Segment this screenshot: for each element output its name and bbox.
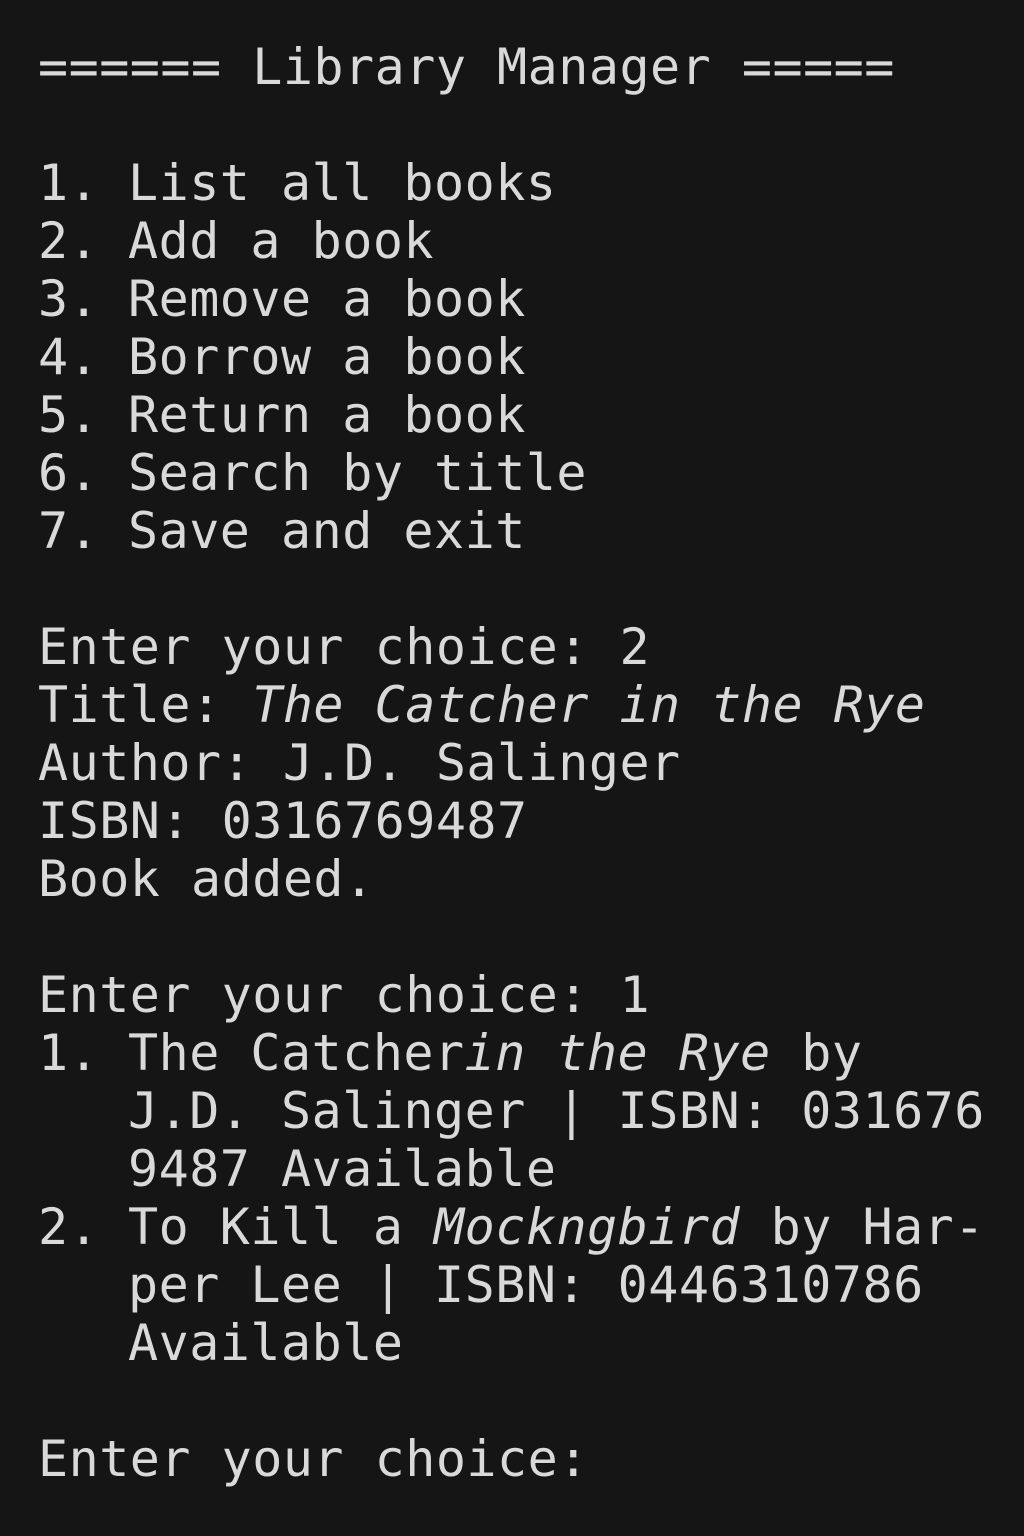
menu-item-1: 1. List all books	[38, 154, 998, 212]
terminal-header: ====== Library Manager =====	[38, 38, 895, 96]
menu-item-number: 2.	[38, 212, 100, 270]
book-line: 1. The Catcherin the Rye by	[38, 1024, 998, 1082]
menu-item-number: 1.	[38, 154, 100, 212]
book-status-line: 9487 Available	[128, 1140, 557, 1198]
menu-item-number: 6.	[38, 444, 100, 502]
menu-item-label: Save and exit	[128, 502, 526, 560]
book-list: 1. The Catcherin the Rye by J.D. Salinger…	[38, 1024, 998, 1372]
book-details-line: J.D. Salinger | ISBN: 031676	[128, 1082, 985, 1140]
book-title-italic: in the Rye	[464, 1024, 771, 1082]
menu-item-label: List all books	[128, 154, 557, 212]
book-by: by	[770, 1024, 863, 1082]
book-status-line: Available	[128, 1314, 404, 1372]
menu-item-label: Return a book	[128, 386, 526, 444]
book-title-italic: Mockngbird	[434, 1198, 741, 1256]
menu-item-number: 4.	[38, 328, 100, 386]
book-number: 2.	[38, 1198, 100, 1256]
menu-list: 1. List all books 2. Add a book 3. Remove a…	[38, 154, 998, 560]
title-value: The Catcher in the Rye	[252, 676, 926, 734]
menu-item-label: Remove a book	[128, 270, 526, 328]
title-label: Title:	[38, 676, 253, 734]
menu-item-4: 4. Borrow a book	[38, 328, 998, 386]
title-line: Title: The Catcher in the Rye	[38, 676, 998, 734]
menu-item-3: 3. Remove a book	[38, 270, 998, 328]
menu-item-5: 5. Return a book	[38, 386, 998, 444]
prompt-line-1: Enter your choice: 2	[38, 618, 651, 676]
prompt-line-2: Enter your choice: 1	[38, 966, 651, 1024]
menu-item-number: 7.	[38, 502, 100, 560]
menu-item-2: 2. Add a book	[38, 212, 998, 270]
menu-item-label: Search by title	[128, 444, 588, 502]
menu-item-label: Borrow a book	[128, 328, 526, 386]
book-line: 2. To Kill a Mockngbird by Har-	[38, 1198, 998, 1256]
menu-item-number: 3.	[38, 270, 100, 328]
book-number: 1.	[38, 1024, 100, 1082]
book-list-item-1: 1. The Catcherin the Rye by J.D. Salinger…	[38, 1024, 998, 1198]
book-title-part: The Catcher	[128, 1024, 465, 1082]
book-list-item-2: 2. To Kill a Mockngbird by Har- per Lee |…	[38, 1198, 998, 1372]
menu-item-label: Add a book	[128, 212, 435, 270]
terminal-window: ====== Library Manager ===== 1. List all …	[38, 38, 998, 1488]
menu-item-6: 6. Search by title	[38, 444, 998, 502]
book-details-line: per Lee | ISBN: 0446310786	[128, 1256, 924, 1314]
menu-item-7: 7. Save and exit	[38, 502, 998, 560]
input-prompt[interactable]: Enter your choice:	[38, 1430, 998, 1488]
book-by: by Har-	[740, 1198, 985, 1256]
isbn-line: ISBN: 0316769487	[38, 792, 528, 850]
menu-item-number: 5.	[38, 386, 100, 444]
book-added-message: Book added.	[38, 850, 375, 908]
author-line: Author: J.D. Salinger	[38, 734, 681, 792]
book-title-part: To Kill a	[128, 1198, 435, 1256]
